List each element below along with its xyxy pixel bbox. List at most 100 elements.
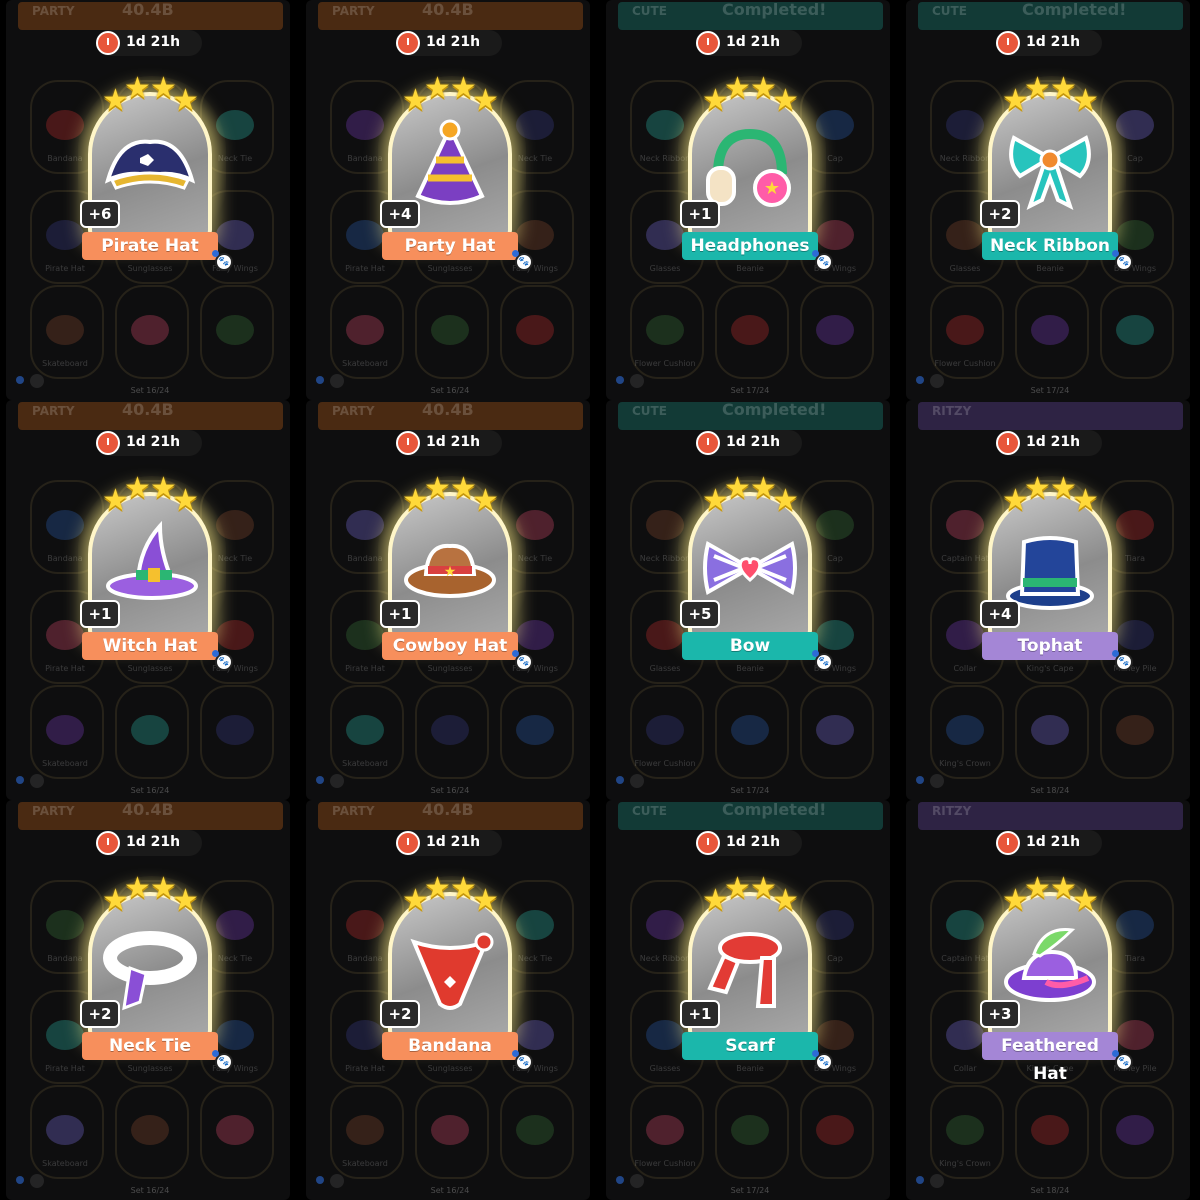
card-panel-tophat[interactable]: RITZY Captain HatTophatTiaraCollarKing's… bbox=[900, 400, 1200, 800]
card-panel-pirate-hat[interactable]: PARTY 40.4B BandanaParty HatNeck TiePira… bbox=[0, 0, 300, 400]
timer-text: 1d 21h bbox=[1026, 34, 1081, 50]
card-panel-headphones[interactable]: CUTE Completed! Neck RibbonBowCapGlasses… bbox=[600, 0, 900, 400]
album-slot-label: Flower Cushion bbox=[634, 1159, 696, 1168]
info-icon[interactable] bbox=[212, 650, 219, 657]
info-icon[interactable] bbox=[16, 776, 24, 784]
album-slot-art bbox=[1116, 1115, 1154, 1145]
info-icon[interactable] bbox=[512, 250, 519, 257]
album-banner: PARTY 40.4B bbox=[18, 400, 283, 430]
set-progress: Set 17/24 bbox=[730, 386, 770, 395]
album-value: 40.4B bbox=[422, 0, 474, 19]
info-icon[interactable] bbox=[916, 376, 924, 384]
star-rating: ★ ★ ★ ★ bbox=[400, 874, 500, 916]
card-panel-bandana[interactable]: PARTY 40.4B BandanaParty HatNeck TiePira… bbox=[300, 800, 600, 1200]
album-slot-label: Skateboard bbox=[42, 1159, 88, 1168]
info-icon[interactable] bbox=[16, 1176, 24, 1184]
info-icon[interactable] bbox=[616, 376, 624, 384]
event-timer: 1d 21h bbox=[96, 30, 202, 56]
card-count-badge: +1 bbox=[80, 600, 120, 628]
paw-icon[interactable] bbox=[630, 1174, 644, 1188]
album-slot-label: Bee Wings bbox=[813, 1064, 857, 1073]
paw-icon[interactable] bbox=[930, 374, 944, 388]
paw-icon[interactable] bbox=[330, 374, 344, 388]
info-icon[interactable] bbox=[316, 376, 324, 384]
info-icon[interactable] bbox=[812, 1050, 819, 1057]
album-slot-art bbox=[346, 1115, 384, 1145]
info-icon[interactable] bbox=[616, 1176, 624, 1184]
album-slot-art bbox=[516, 315, 554, 345]
paw-icon[interactable] bbox=[330, 774, 344, 788]
album-name: RITZY bbox=[932, 804, 972, 818]
info-icon[interactable] bbox=[916, 776, 924, 784]
star-icon: ★ bbox=[1072, 483, 1099, 518]
event-timer: 1d 21h bbox=[996, 830, 1102, 856]
paw-icon[interactable] bbox=[630, 374, 644, 388]
star-icon: ★ bbox=[1072, 883, 1099, 918]
svg-text:★: ★ bbox=[764, 178, 780, 199]
info-icon[interactable] bbox=[1112, 650, 1119, 657]
album-slot-label: Glasses bbox=[649, 264, 681, 273]
event-timer: 1d 21h bbox=[696, 830, 802, 856]
album-banner: RITZY bbox=[918, 802, 1183, 830]
card-name: Party Hat bbox=[382, 232, 518, 260]
info-icon[interactable] bbox=[512, 650, 519, 657]
card-panel-party-hat[interactable]: PARTY 40.4B BandanaParty HatNeck TiePira… bbox=[300, 0, 600, 400]
album-slot-label: Sunglasses bbox=[127, 1064, 173, 1073]
timer-text: 1d 21h bbox=[726, 434, 781, 450]
paw-icon[interactable] bbox=[630, 774, 644, 788]
album-slot-label: Collar bbox=[953, 664, 977, 673]
star-icon: ★ bbox=[424, 71, 451, 106]
album-banner: PARTY 40.4B bbox=[318, 800, 583, 830]
album-name: PARTY bbox=[332, 4, 375, 18]
info-icon[interactable] bbox=[916, 1176, 924, 1184]
info-icon[interactable] bbox=[1112, 250, 1119, 257]
album-slot-art bbox=[816, 315, 854, 345]
card-panel-feathered-hat[interactable]: RITZY Captain HatTophatTiaraCollarKing's… bbox=[900, 800, 1200, 1200]
star-icon: ★ bbox=[772, 83, 799, 118]
card-panel-neck-tie[interactable]: PARTY 40.4B BandanaParty HatNeck TiePira… bbox=[0, 800, 300, 1200]
card-panel-bow[interactable]: CUTE Completed! Neck RibbonBowCapGlasses… bbox=[600, 400, 900, 800]
card-name: Bow bbox=[682, 632, 818, 660]
album-value: 40.4B bbox=[422, 400, 474, 419]
info-icon[interactable] bbox=[616, 776, 624, 784]
set-progress: Set 17/24 bbox=[730, 1186, 770, 1195]
paw-icon[interactable] bbox=[930, 1174, 944, 1188]
info-icon[interactable] bbox=[1112, 1050, 1119, 1057]
paw-icon[interactable] bbox=[330, 1174, 344, 1188]
album-name: PARTY bbox=[332, 404, 375, 418]
star-icon: ★ bbox=[1024, 871, 1051, 906]
info-icon[interactable] bbox=[812, 250, 819, 257]
album-slot-art bbox=[346, 315, 384, 345]
album-value: 40.4B bbox=[422, 800, 474, 819]
album-slot-label: Skateboard bbox=[342, 759, 388, 768]
info-icon[interactable] bbox=[512, 1050, 519, 1057]
paw-icon[interactable] bbox=[930, 774, 944, 788]
card-panel-witch-hat[interactable]: PARTY 40.4B BandanaParty HatNeck TiePira… bbox=[0, 400, 300, 800]
card-panel-neck-ribbon[interactable]: CUTE Completed! Neck RibbonBowCapGlasses… bbox=[900, 0, 1200, 400]
info-icon[interactable] bbox=[812, 650, 819, 657]
star-icon: ★ bbox=[724, 471, 751, 506]
info-icon[interactable] bbox=[212, 250, 219, 257]
info-icon[interactable] bbox=[316, 1176, 324, 1184]
card-name: Neck Tie bbox=[82, 1032, 218, 1060]
card-count-badge: +5 bbox=[680, 600, 720, 628]
timer-text: 1d 21h bbox=[426, 834, 481, 850]
album-slot-label: Pirate Hat bbox=[45, 264, 85, 273]
info-icon[interactable] bbox=[16, 376, 24, 384]
paw-icon[interactable] bbox=[30, 774, 44, 788]
album-banner: RITZY bbox=[918, 402, 1183, 430]
event-timer: 1d 21h bbox=[996, 430, 1102, 456]
event-timer: 1d 21h bbox=[96, 830, 202, 856]
set-progress: Set 18/24 bbox=[1030, 786, 1070, 795]
album-slot-art bbox=[216, 315, 254, 345]
info-icon[interactable] bbox=[212, 1050, 219, 1057]
card-panel-cowboy-hat[interactable]: PARTY 40.4B BandanaParty HatNeck TiePira… bbox=[300, 400, 600, 800]
album-slot-art bbox=[1031, 315, 1069, 345]
paw-icon[interactable] bbox=[30, 374, 44, 388]
card-panel-scarf[interactable]: CUTE Completed! Neck RibbonBowCapGlasses… bbox=[600, 800, 900, 1200]
album-slot-label: Pirate Hat bbox=[45, 664, 85, 673]
card-count-badge: +6 bbox=[80, 200, 120, 228]
info-icon[interactable] bbox=[316, 776, 324, 784]
set-progress: Set 16/24 bbox=[130, 1186, 170, 1195]
paw-icon[interactable] bbox=[30, 1174, 44, 1188]
